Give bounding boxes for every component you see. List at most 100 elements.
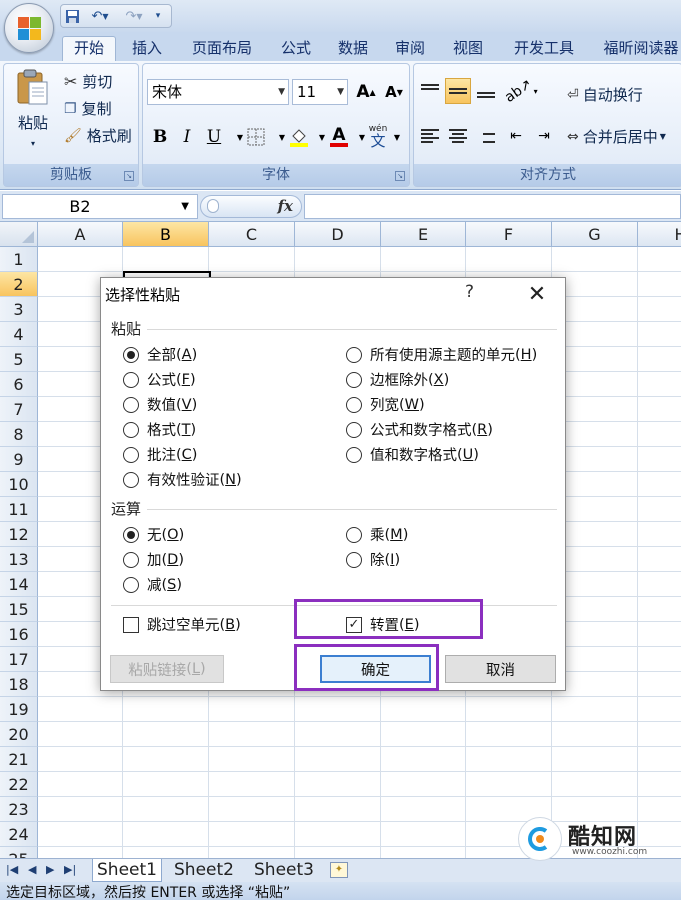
align-middle-button[interactable]: [445, 78, 471, 104]
wrap-text-button[interactable]: ⏎ 自动换行: [567, 84, 643, 105]
column-header-e[interactable]: E: [381, 222, 466, 247]
tab-foxit-reader[interactable]: 福昕阅读器: [596, 38, 681, 61]
radio-button[interactable]: [123, 421, 139, 438]
underline-button[interactable]: U: [201, 124, 227, 150]
paste-option[interactable]: 列宽 (W): [346, 394, 425, 415]
chevron-down-icon[interactable]: ▼: [660, 132, 666, 141]
radio-button[interactable]: [346, 421, 362, 438]
formula-input[interactable]: [304, 194, 681, 219]
align-center-button[interactable]: [445, 123, 471, 149]
merge-center-button[interactable]: ⇔ 合并后居中 ▼: [567, 126, 666, 147]
operation-option[interactable]: 无 (O): [123, 524, 184, 545]
row-header-15[interactable]: 15: [0, 597, 38, 622]
column-header-c[interactable]: C: [209, 222, 295, 247]
column-header-f[interactable]: F: [466, 222, 552, 247]
radio-button[interactable]: [123, 371, 139, 388]
check-icon[interactable]: ✓: [346, 616, 362, 633]
paste-option[interactable]: 批注 (C): [123, 444, 197, 465]
row-header-8[interactable]: 8: [0, 422, 38, 447]
row-header-12[interactable]: 12: [0, 522, 38, 547]
transpose-checkbox[interactable]: ✓ 转置 (E): [346, 614, 420, 635]
radio-button[interactable]: [123, 396, 139, 413]
column-header-b[interactable]: B: [123, 222, 209, 247]
chevron-down-icon[interactable]: ▾: [151, 6, 165, 26]
operation-option[interactable]: 乘 (M): [346, 524, 408, 545]
increase-indent-button[interactable]: ⇥: [531, 123, 557, 149]
radio-button[interactable]: [123, 446, 139, 463]
cancel-button[interactable]: 取消: [445, 655, 556, 683]
row-header-5[interactable]: 5: [0, 347, 38, 372]
row-header-11[interactable]: 11: [0, 497, 38, 522]
checkbox-box[interactable]: [123, 616, 139, 633]
row-header-20[interactable]: 20: [0, 722, 38, 747]
row-header-16[interactable]: 16: [0, 622, 38, 647]
decrease-indent-button[interactable]: ⇤: [503, 123, 529, 149]
orientation-button[interactable]: ab↗ ▾: [502, 76, 540, 106]
next-sheet-icon[interactable]: ▶: [46, 863, 54, 876]
row-header-23[interactable]: 23: [0, 797, 38, 822]
first-sheet-icon[interactable]: |◀: [6, 863, 18, 876]
paste-option[interactable]: 值和数字格式 (U): [346, 444, 479, 465]
column-header-d[interactable]: D: [295, 222, 381, 247]
row-header-18[interactable]: 18: [0, 672, 38, 697]
tab-page-layout[interactable]: 页面布局: [186, 38, 258, 61]
radio-button[interactable]: [346, 371, 362, 388]
radio-button[interactable]: [346, 551, 362, 568]
cut-button[interactable]: ✂ 剪切: [64, 71, 112, 92]
row-header-9[interactable]: 9: [0, 447, 38, 472]
align-top-button[interactable]: [417, 78, 443, 104]
select-all-button[interactable]: [0, 222, 38, 247]
row-header-4[interactable]: 4: [0, 322, 38, 347]
help-icon[interactable]: ?: [465, 282, 474, 302]
font-name-combo[interactable]: 宋体 ▼: [147, 79, 289, 105]
borders-button[interactable]: [243, 124, 269, 150]
dialog-launcher-icon[interactable]: ↘: [124, 171, 134, 181]
prev-sheet-icon[interactable]: ◀: [28, 863, 36, 876]
paste-option[interactable]: 全部 (A): [123, 344, 197, 365]
paste-button[interactable]: 粘贴 ▾: [8, 68, 58, 162]
tab-review[interactable]: 审阅: [390, 38, 430, 61]
operation-option[interactable]: 减 (S): [123, 574, 182, 595]
paste-link-button[interactable]: 粘贴链接(L): [110, 655, 224, 683]
font-size-combo[interactable]: 11 ▼: [292, 79, 348, 105]
paste-option[interactable]: 所有使用源主题的单元 (H): [346, 344, 537, 365]
row-header-2[interactable]: 2: [0, 272, 38, 297]
close-icon[interactable]: ✕: [521, 278, 553, 310]
paste-option[interactable]: 公式和数字格式 (R): [346, 419, 493, 440]
name-box[interactable]: B2 ▼: [2, 194, 198, 219]
radio-button[interactable]: [123, 346, 139, 363]
radio-button[interactable]: [123, 471, 139, 488]
radio-button[interactable]: [346, 396, 362, 413]
chevron-down-icon[interactable]: ▼: [388, 124, 406, 150]
row-header-25[interactable]: 25: [0, 847, 38, 858]
paste-option[interactable]: 格式 (T): [123, 419, 196, 440]
column-header-g[interactable]: G: [552, 222, 638, 247]
row-header-14[interactable]: 14: [0, 572, 38, 597]
paste-option[interactable]: 有效性验证 (N): [123, 469, 242, 490]
align-left-button[interactable]: [417, 123, 443, 149]
column-header-a[interactable]: A: [38, 222, 123, 247]
tab-data[interactable]: 数据: [333, 38, 373, 61]
radio-button[interactable]: [346, 526, 362, 543]
operation-option[interactable]: 除 (I): [346, 549, 400, 570]
row-header-1[interactable]: 1: [0, 247, 38, 272]
undo-icon[interactable]: ↶ ▼: [83, 6, 117, 26]
resize-handle-icon[interactable]: [207, 199, 219, 213]
last-sheet-icon[interactable]: ▶|: [64, 863, 76, 876]
operation-option[interactable]: 加 (D): [123, 549, 184, 570]
radio-button[interactable]: [346, 346, 362, 363]
row-header-24[interactable]: 24: [0, 822, 38, 847]
paste-option[interactable]: 数值 (V): [123, 394, 197, 415]
format-painter-button[interactable]: 🖌 格式刷: [64, 125, 132, 146]
row-header-13[interactable]: 13: [0, 547, 38, 572]
insert-sheet-icon[interactable]: ✦: [330, 862, 348, 878]
sheet-tab-sheet2[interactable]: Sheet2: [170, 859, 238, 882]
dialog-launcher-icon[interactable]: ↘: [395, 171, 405, 181]
shrink-font-button[interactable]: A ▼: [381, 79, 407, 105]
row-header-6[interactable]: 6: [0, 372, 38, 397]
column-header-h[interactable]: H: [638, 222, 681, 247]
redo-icon[interactable]: ↷ ▼: [117, 6, 151, 26]
italic-button[interactable]: I: [174, 124, 200, 150]
tab-formulas[interactable]: 公式: [276, 38, 316, 61]
copy-button[interactable]: ❐ 复制: [64, 98, 112, 119]
